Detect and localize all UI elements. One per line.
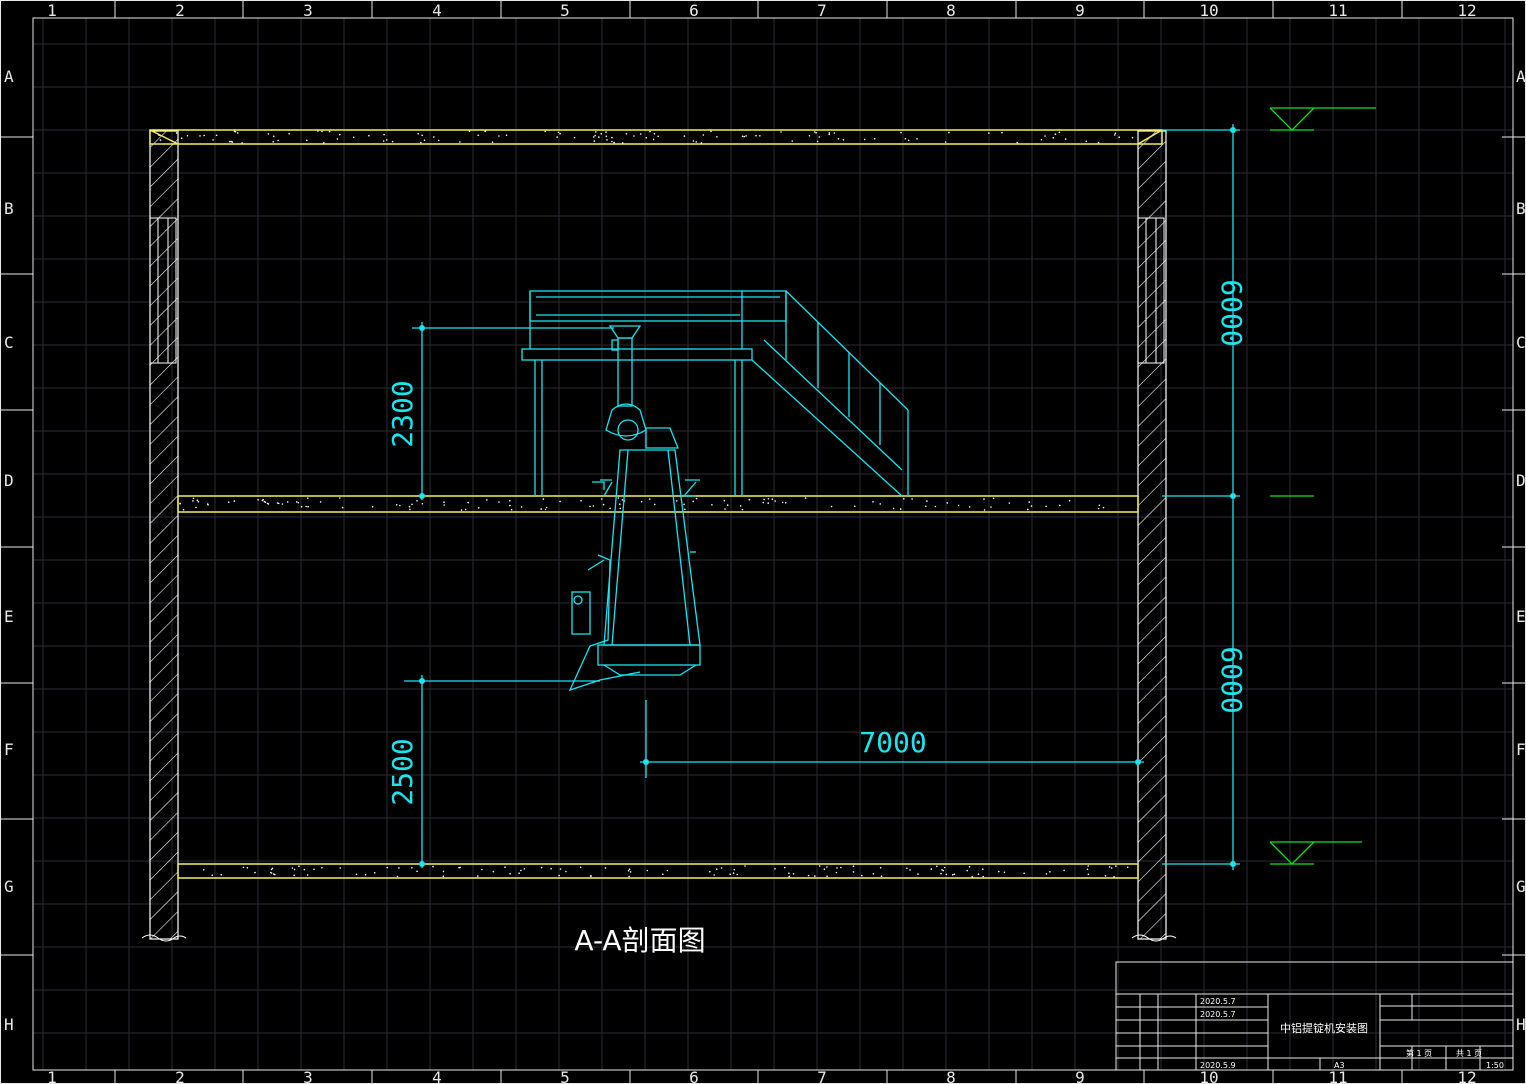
cad-drawing: 1 2 3 4 5 6 7 8 9 10 11 12 1 2 3 4 5 6 7… [0,0,1526,1084]
row-label: F [4,740,14,759]
row-label: D [1516,471,1526,490]
left-wall [141,130,187,942]
drawing-scale: 1:50 [1486,1061,1504,1070]
ground-slab [177,863,1139,879]
dim-discharge-height: 2500 [386,738,419,805]
row-label: E [4,607,14,626]
col-label: 8 [946,1068,956,1084]
col-label: 11 [1328,1,1347,20]
col-label: 4 [432,1068,442,1084]
col-label: 8 [946,1,956,20]
col-label: 3 [303,1,313,20]
date-designed: 2020.5.7 [1200,997,1236,1006]
col-label: 1 [47,1068,57,1084]
row-label: G [4,877,14,896]
row-label: H [1516,1015,1526,1034]
dim-horizontal-offset: 7000 [859,726,926,759]
drawing-name: 中铝提锭机安装图 [1280,1021,1368,1035]
row-labels-left: A B C D E F G H [4,67,14,1034]
stair [751,290,909,497]
date-drawn: 2020.5.7 [1200,1010,1236,1019]
dim-6000-column: 6000 6000 [1162,124,1248,870]
col-label: 12 [1457,1,1476,20]
row-label: A [1516,67,1526,86]
row-labels-right: A B C D E F G H [1516,67,1526,1034]
sheet-format: A3 [1334,1061,1345,1070]
col-label: 6 [689,1,699,20]
sheet-number: 第 1 页 [1406,1048,1432,1058]
row-label: B [1516,199,1526,218]
sheet-total: 共 1 页 [1456,1049,1482,1058]
drawing-frame [0,0,1526,1084]
roof-slab [149,129,1163,145]
title-block: 2020.5.7 2020.5.7 2020.5.9 中铝提锭机安装图 A3 第… [1115,961,1514,1071]
section-title: A-A剖面图 [574,924,705,957]
col-label: 10 [1199,1,1218,20]
col-label: 9 [1075,1068,1085,1084]
col-label: 1 [47,1,57,20]
col-label: 5 [560,1068,570,1084]
row-label: D [4,471,14,490]
dim-7000: 7000 [640,700,1144,778]
dim-platform-height: 2300 [386,380,419,447]
row-label: H [4,1015,14,1034]
dim-upper-floor-height: 6000 [1215,279,1248,346]
col-label: 6 [689,1068,699,1084]
col-label: 3 [303,1068,313,1084]
dim-lower-floor-height: 6000 [1215,646,1248,713]
ingot-hoist [568,325,701,692]
date-approved: 2020.5.9 [1200,1061,1236,1070]
level-marker-top [1269,107,1376,131]
col-label: 2 [175,1068,185,1084]
column-labels-top: 1 2 3 4 5 6 7 8 9 10 11 12 [47,1,1476,20]
row-label: F [1516,740,1526,759]
row-label: C [1516,333,1526,352]
row-label: A [4,67,14,86]
row-label: C [4,333,14,352]
col-label: 7 [817,1,827,20]
background-grid [33,18,1513,1070]
row-label: B [4,199,14,218]
row-label: G [1516,877,1526,896]
col-label: 9 [1075,1,1085,20]
col-label: 5 [560,1,570,20]
right-wall [1131,130,1177,942]
dim-2500: 2500 [386,675,600,868]
col-label: 2 [175,1,185,20]
col-label: 4 [432,1,442,20]
operating-platform [521,290,787,496]
col-label: 7 [817,1068,827,1084]
row-label: E [1516,607,1526,626]
